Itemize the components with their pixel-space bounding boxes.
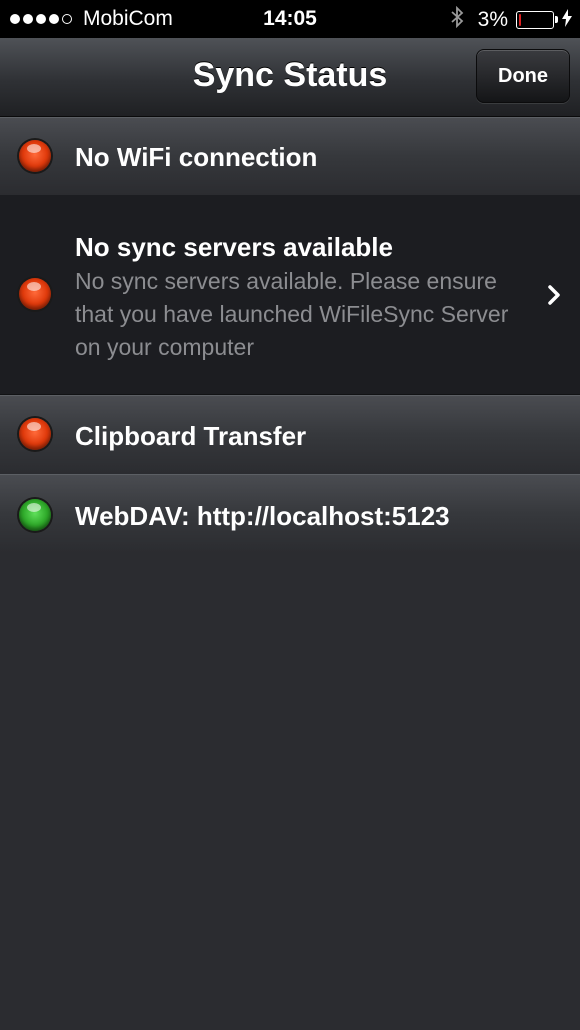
battery-icon <box>516 11 558 29</box>
done-button[interactable]: Done <box>476 49 570 103</box>
row-title: Clipboard Transfer <box>75 421 307 451</box>
red-status-led-icon <box>19 278 51 310</box>
row-subtitle: No sync servers available. Please ensure… <box>75 268 509 360</box>
bluetooth-icon <box>450 5 464 34</box>
status-row-sync-servers[interactable]: No sync servers available No sync server… <box>0 195 580 395</box>
red-status-led-icon <box>19 418 51 450</box>
status-bar: MobiCom 14:05 3% <box>0 0 580 38</box>
red-status-led-icon <box>19 140 51 172</box>
chevron-right-icon <box>546 282 562 313</box>
green-status-led-icon <box>19 499 51 531</box>
row-title: No WiFi connection <box>75 142 318 172</box>
row-title: No sync servers available <box>75 232 393 262</box>
status-row-wifi: No WiFi connection <box>0 117 580 196</box>
navigation-bar: Sync Status Done <box>0 38 580 117</box>
charging-bolt-icon <box>562 8 572 32</box>
row-title: WebDAV: http://localhost:5123 <box>75 501 450 531</box>
status-row-clipboard: Clipboard Transfer <box>0 395 580 475</box>
status-right-group: 3% <box>450 5 572 34</box>
battery-percent: 3% <box>477 8 508 31</box>
status-row-webdav: WebDAV: http://localhost:5123 <box>0 474 580 553</box>
